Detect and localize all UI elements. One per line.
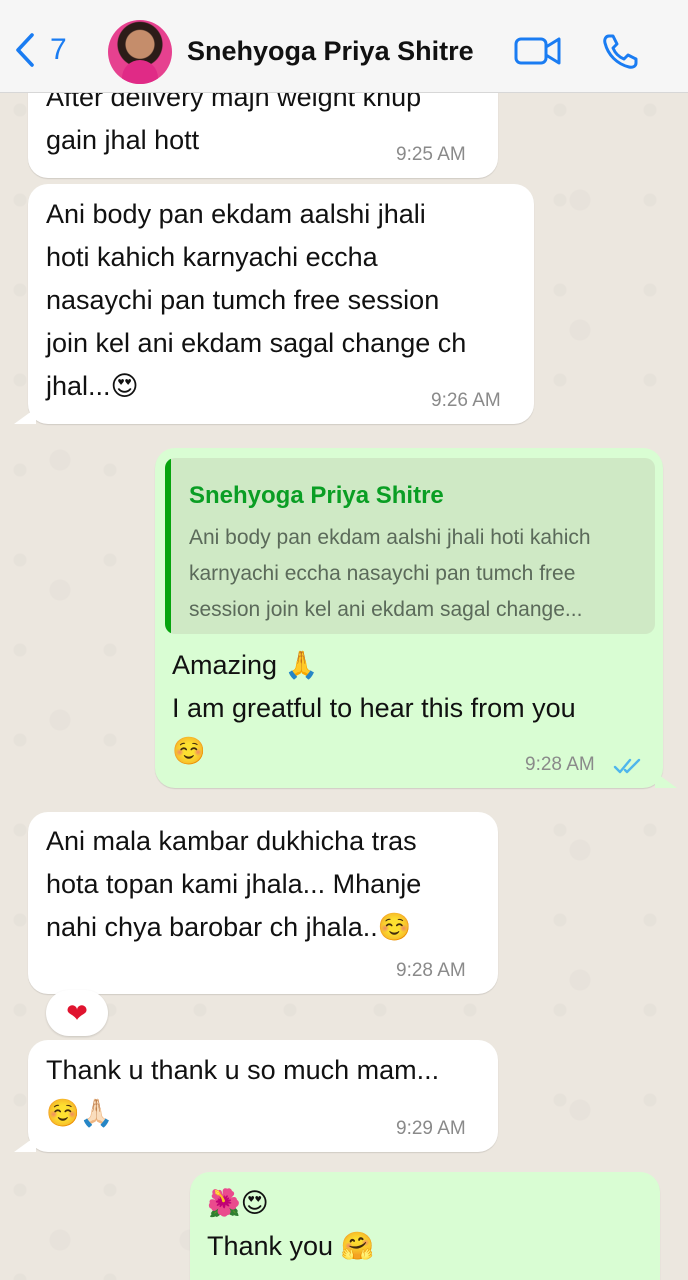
avatar[interactable] (108, 20, 172, 84)
message-text: Ani mala kambar dukhicha tras hota topan… (46, 826, 422, 942)
message-text: Thank u thank u so much mam... ☺️🙏🏻 (46, 1055, 440, 1128)
chat-header: 7 Snehyoga Priya Shitre (0, 0, 688, 93)
bubble-tail (14, 1136, 36, 1152)
quote-accent-bar (165, 458, 171, 634)
contact-name[interactable]: Snehyoga Priya Shitre (187, 36, 474, 67)
message-time: 9:28 AM (525, 754, 595, 775)
message-text: 🌺😍 Thank you 🤗 (207, 1188, 375, 1261)
message-time: 9:28 AM (396, 960, 466, 981)
outgoing-message-bubble[interactable]: Snehyoga Priya Shitre Ani body pan ekdam… (155, 448, 663, 788)
heart-reaction[interactable]: ❤ (46, 990, 108, 1036)
message-text: Ani body pan ekdam aalshi jhali hoti kah… (46, 199, 467, 401)
message-time: 9:26 AM (431, 390, 501, 411)
outgoing-message-bubble[interactable]: 🌺😍 Thank you 🤗 (190, 1172, 660, 1280)
phone-call-icon[interactable] (600, 32, 640, 72)
quote-text: Ani body pan ekdam aalshi jhali hoti kah… (189, 526, 591, 621)
double-check-icon (613, 758, 641, 774)
message-time: 9:29 AM (396, 1118, 466, 1139)
quoted-message[interactable]: Snehyoga Priya Shitre Ani body pan ekdam… (165, 458, 655, 634)
video-call-icon[interactable] (514, 34, 562, 68)
incoming-message-bubble[interactable]: Ani body pan ekdam aalshi jhali hoti kah… (28, 184, 534, 424)
chevron-left-icon (16, 33, 34, 67)
back-button[interactable]: 7 (14, 30, 67, 70)
message-text: Amazing 🙏 I am greatful to hear this fro… (172, 650, 576, 766)
unread-count: 7 (50, 33, 67, 66)
incoming-message-bubble[interactable]: Ani mala kambar dukhicha tras hota topan… (28, 812, 498, 994)
bubble-tail (655, 772, 677, 788)
incoming-message-bubble[interactable]: Thank u thank u so much mam... ☺️🙏🏻 9:29… (28, 1040, 498, 1152)
quote-author: Snehyoga Priya Shitre (189, 482, 444, 509)
bubble-tail (14, 408, 36, 424)
message-time: 9:25 AM (396, 144, 466, 165)
